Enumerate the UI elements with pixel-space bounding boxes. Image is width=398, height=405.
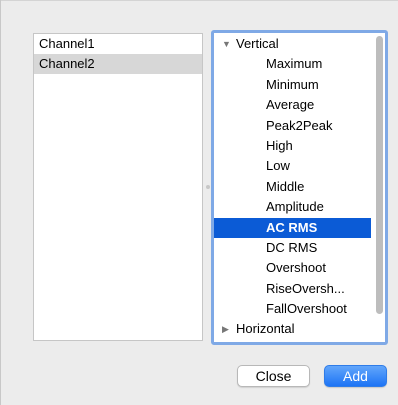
tree-item[interactable]: Low <box>214 156 371 176</box>
window-top-edge <box>0 0 398 1</box>
window-left-edge <box>0 0 1 405</box>
tree-item[interactable]: Maximum <box>214 54 371 74</box>
tree-item[interactable]: Minimum <box>214 75 371 95</box>
tree-item-selected[interactable]: AC RMS <box>214 217 371 238</box>
tree-group-label: Vertical <box>236 36 279 51</box>
tree-item[interactable]: Amplitude <box>214 197 371 217</box>
channel-list[interactable]: Channel1 Channel2 <box>33 33 203 341</box>
tree-item[interactable]: Middle <box>214 177 371 197</box>
tree-item[interactable]: RiseOversh... <box>214 279 371 299</box>
tree-item[interactable]: Peak2Peak <box>214 116 371 136</box>
close-button[interactable]: Close <box>237 365 310 387</box>
measurement-tree-rows: ▼ Vertical Maximum Minimum Average Peak2P… <box>214 34 371 340</box>
scrollbar-thumb[interactable] <box>376 36 383 314</box>
tree-group-horizontal[interactable]: ▶ Horizontal <box>214 319 371 339</box>
tree-item[interactable]: DC RMS <box>214 238 371 258</box>
measurement-tree[interactable]: ▼ Vertical Maximum Minimum Average Peak2P… <box>211 30 388 345</box>
tree-item[interactable]: FallOvershoot <box>214 299 371 319</box>
channel-item-selected[interactable]: Channel2 <box>34 54 202 74</box>
vertical-scrollbar[interactable] <box>376 36 383 314</box>
tree-item[interactable]: Overshoot <box>214 258 371 278</box>
split-view-divider-handle[interactable] <box>206 185 210 189</box>
tree-item[interactable]: High <box>214 136 371 156</box>
add-button[interactable]: Add <box>324 365 387 387</box>
disclosure-triangle-collapsed-icon[interactable]: ▶ <box>222 319 236 339</box>
channel-item[interactable]: Channel1 <box>34 34 202 54</box>
tree-group-vertical[interactable]: ▼ Vertical <box>214 34 371 54</box>
disclosure-triangle-expanded-icon[interactable]: ▼ <box>222 34 236 54</box>
tree-item[interactable]: Average <box>214 95 371 115</box>
tree-group-label: Horizontal <box>236 321 295 337</box>
